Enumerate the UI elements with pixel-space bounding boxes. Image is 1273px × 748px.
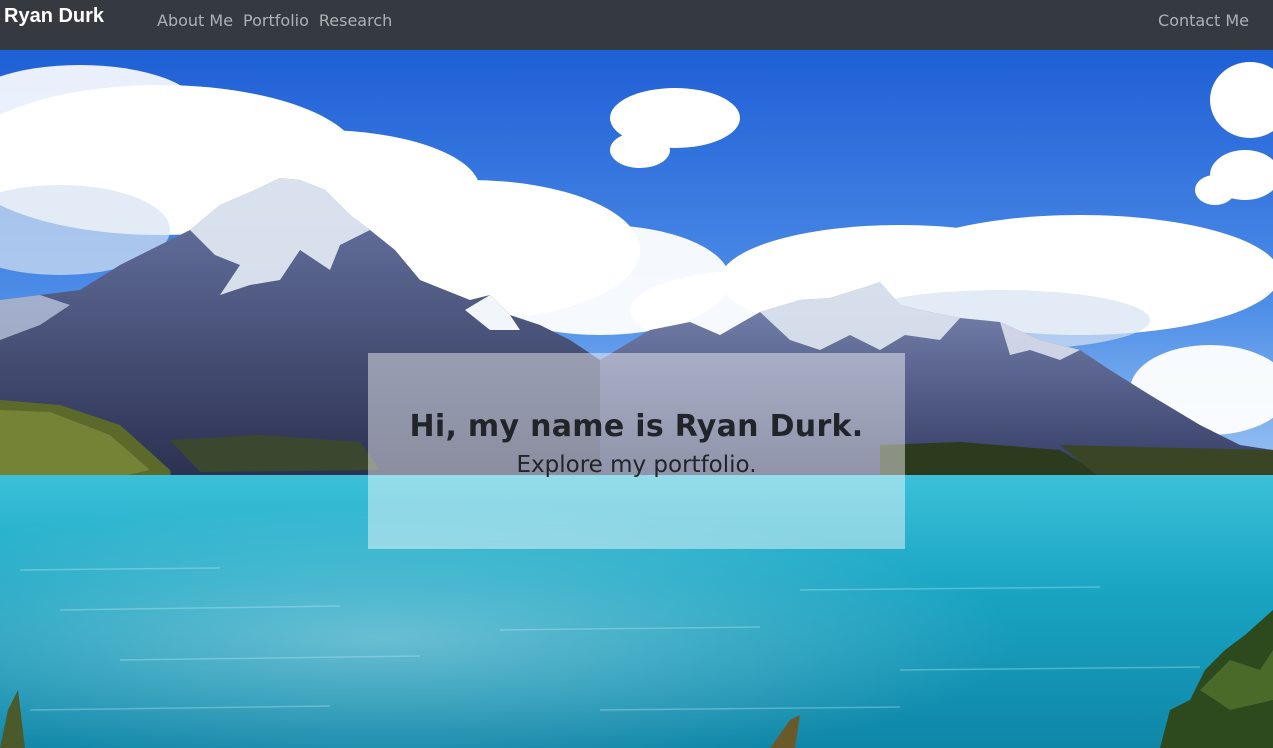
brand-link[interactable]: Ryan Durk bbox=[4, 4, 104, 28]
nav-link-research[interactable]: Research bbox=[319, 10, 392, 32]
nav-link-contact-me[interactable]: Contact Me bbox=[1158, 10, 1249, 32]
hero-section: Hi, my name is Ryan Durk. Explore my por… bbox=[0, 50, 1273, 748]
hero-title: Hi, my name is Ryan Durk. bbox=[409, 409, 864, 444]
nav-links: About Me Portfolio Research bbox=[157, 10, 392, 32]
nav-link-portfolio[interactable]: Portfolio bbox=[243, 10, 309, 32]
top-navbar: Ryan Durk About Me Portfolio Research Co… bbox=[0, 0, 1273, 50]
hero-subtitle: Explore my portfolio. bbox=[516, 452, 757, 478]
intro-box: Hi, my name is Ryan Durk. Explore my por… bbox=[368, 353, 905, 549]
nav-link-about-me[interactable]: About Me bbox=[157, 10, 233, 32]
